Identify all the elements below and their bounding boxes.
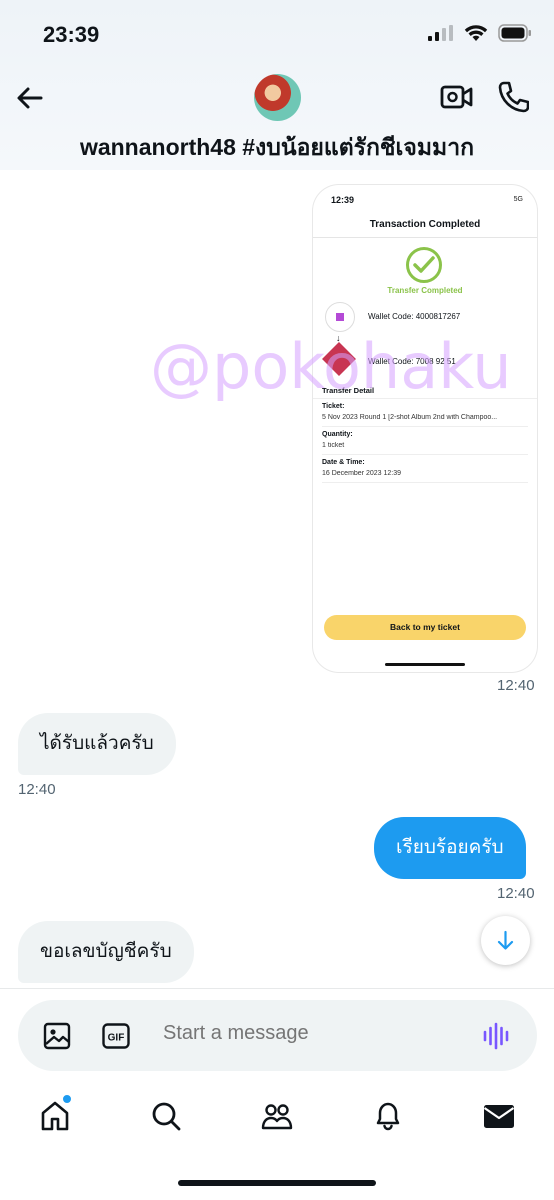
check-circle-icon [406, 247, 442, 283]
battery-icon [498, 24, 531, 42]
video-call-icon[interactable] [440, 82, 474, 112]
avatar[interactable] [254, 74, 301, 121]
incoming-message[interactable]: ขอเลขบัญชีครับ [18, 921, 194, 983]
search-icon[interactable] [150, 1100, 182, 1132]
communities-icon[interactable] [261, 1100, 293, 1132]
wallet-from-code: Wallet Code: 4000817267 [368, 312, 461, 321]
conversation-title[interactable]: wannanorth48 #งบน้อยแต่รักชีเจมมาก [0, 130, 554, 166]
arrow-left-icon[interactable] [14, 82, 46, 114]
detail-divider [322, 454, 528, 455]
detail-divider [322, 426, 528, 427]
voice-wave-icon[interactable] [482, 1022, 510, 1050]
conversation-header: 23:39 wannanorth48 #งบน้อยแต่รักชีเจมมาก [0, 0, 554, 170]
quantity-label: Quantity: [322, 431, 353, 438]
quantity-value: 1 ticket [322, 442, 345, 449]
composer-divider [0, 988, 554, 989]
message-timestamp: 12:40 [497, 677, 535, 694]
home-indicator [178, 1180, 376, 1186]
wallet-from-icon [325, 302, 355, 332]
gif-icon[interactable]: GIF [102, 1023, 130, 1049]
message-timestamp: 12:40 [18, 781, 56, 798]
incoming-message[interactable]: ได้รับแล้วครับ [18, 713, 176, 775]
transfer-completed-label: Transfer Completed [387, 286, 463, 295]
back-to-ticket-button: Back to my ticket [324, 615, 526, 640]
image-title: Transaction Completed [369, 219, 481, 230]
datetime-label: Date & Time: [322, 459, 365, 466]
message-timestamp: 12:40 [497, 885, 535, 902]
status-time: 23:39 [43, 22, 100, 47]
watermark: @pokohaku [150, 330, 512, 403]
outgoing-message[interactable]: เรียบร้อยครับ [374, 817, 526, 879]
phone-icon[interactable] [497, 80, 529, 114]
message-composer: GIF [18, 1000, 537, 1071]
notification-dot [62, 1094, 72, 1104]
wifi-icon [464, 25, 488, 41]
signal-icon [428, 25, 453, 41]
image-home-indicator [385, 663, 465, 666]
arrow-down-icon [497, 930, 514, 950]
status-icons [428, 24, 532, 42]
datetime-value: 16 December 2023 12:39 [322, 470, 401, 477]
ticket-value: 5 Nov 2023 Round 1 [2-shot Album 2nd wit… [322, 414, 498, 421]
scroll-to-bottom-button[interactable] [481, 916, 530, 965]
gif-text: GIF [108, 1033, 125, 1044]
message-input[interactable] [163, 1022, 428, 1045]
shared-image-message[interactable]: 12:39 5G Transaction Completed Transfer … [313, 185, 537, 672]
image-status-network: 5G [513, 196, 523, 203]
home-icon[interactable] [39, 1100, 71, 1132]
messages-icon[interactable] [483, 1100, 515, 1132]
ticket-label: Ticket: [322, 403, 345, 410]
image-icon[interactable] [43, 1022, 71, 1050]
notifications-icon[interactable] [372, 1100, 404, 1132]
image-status-time: 12:39 [331, 195, 355, 205]
detail-divider [322, 482, 528, 483]
image-divider [313, 237, 537, 238]
